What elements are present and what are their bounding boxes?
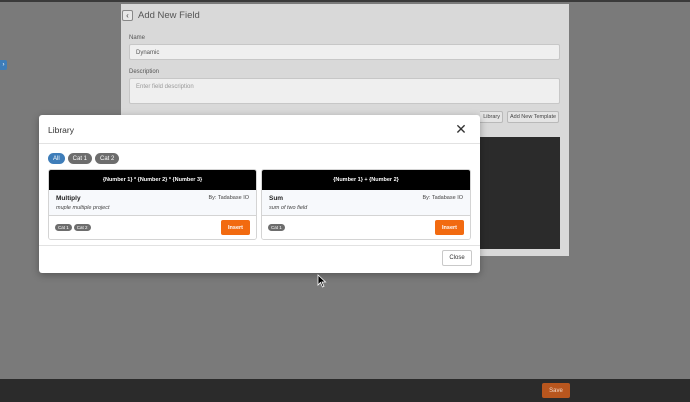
card-footer: Cat 1 Insert	[262, 216, 470, 239]
card-author: By: Tadabase IO	[422, 195, 463, 201]
close-icon[interactable]: ✕	[454, 122, 468, 136]
filter-all[interactable]: All	[48, 153, 65, 164]
name-input[interactable]: Dynamic	[129, 44, 560, 60]
card-formula: {Number 1} + {Number 2}	[262, 170, 470, 190]
description-input[interactable]: Enter field description	[129, 78, 560, 104]
filter-pills: All Cat 1 Cat 2	[48, 153, 120, 164]
card-author: By: Tadabase IO	[208, 195, 249, 201]
panel-header: ‹ Add New Field	[121, 4, 569, 26]
modal-header: Library ✕	[39, 115, 480, 144]
card-footer: Cat 1 Cat 2 Insert	[49, 216, 256, 239]
card-description: sum of two field	[269, 205, 308, 211]
card-tags: Cat 1	[268, 224, 285, 231]
template-card-sum: {Number 1} + {Number 2} Sum By: Tadabase…	[261, 169, 471, 240]
card-tags: Cat 1 Cat 2	[55, 224, 91, 231]
save-button[interactable]: Save	[542, 383, 570, 398]
tag-badge: Cat 1	[55, 224, 72, 231]
tag-badge: Cat 1	[268, 224, 285, 231]
card-name: Multiply	[56, 195, 81, 202]
description-label: Description	[129, 69, 160, 75]
name-label: Name	[129, 35, 146, 41]
card-description: muple multiple project	[56, 205, 110, 211]
card-name: Sum	[269, 195, 284, 202]
library-button[interactable]: Library	[480, 111, 503, 123]
modal-title: Library	[48, 125, 74, 135]
template-card-multiply: {Number 1} * {Number 2} * {Number 3} Mul…	[48, 169, 257, 240]
back-icon[interactable]: ‹	[122, 9, 133, 21]
close-button[interactable]: Close	[442, 250, 472, 266]
mouse-cursor-icon	[317, 274, 327, 288]
filter-cat-1[interactable]: Cat 1	[67, 153, 93, 164]
add-template-button[interactable]: Add New Template	[507, 111, 559, 123]
modal-footer-divider	[39, 245, 480, 246]
card-formula: {Number 1} * {Number 2} * {Number 3}	[49, 170, 256, 190]
filter-cat-2[interactable]: Cat 2	[95, 153, 120, 164]
tag-badge: Cat 2	[73, 224, 91, 231]
insert-button[interactable]: Insert	[221, 220, 250, 235]
card-body: Multiply By: Tadabase IO muple multiple …	[49, 190, 256, 216]
page-title: Add New Field	[138, 9, 200, 21]
top-border	[0, 0, 690, 2]
sidebar-toggle-icon[interactable]: ›	[0, 60, 7, 70]
insert-button[interactable]: Insert	[435, 220, 464, 235]
library-modal: Library ✕ All Cat 1 Cat 2 {Number 1} * {…	[39, 115, 480, 273]
footer-bar	[0, 379, 690, 402]
preview-area	[473, 137, 560, 249]
card-body: Sum By: Tadabase IO sum of two field	[262, 190, 470, 216]
